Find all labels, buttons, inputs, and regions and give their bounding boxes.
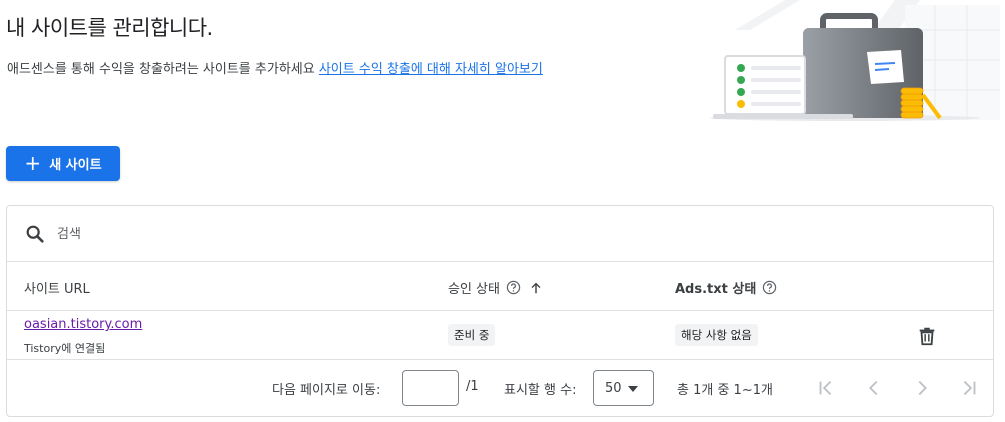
goto-page-input[interactable] bbox=[402, 370, 459, 406]
site-connection-text: Tistory에 연결됨 bbox=[24, 342, 106, 355]
learn-more-link[interactable]: 사이트 수익 창출에 대해 자세히 알아보기 bbox=[319, 62, 543, 77]
search-icon bbox=[26, 225, 44, 243]
last-page-icon[interactable] bbox=[958, 377, 980, 399]
new-site-button[interactable]: + 새 사이트 bbox=[6, 146, 120, 181]
search-input[interactable] bbox=[55, 222, 455, 246]
first-page-icon[interactable] bbox=[815, 377, 837, 399]
rows-per-page-value: 50 bbox=[605, 380, 622, 396]
table-header: 사이트 URL 승인 상태 Ads.txt 상태 bbox=[7, 263, 993, 311]
plus-icon: + bbox=[24, 150, 42, 175]
rows-per-page-select[interactable]: 50 bbox=[593, 370, 654, 406]
chevron-right-icon[interactable] bbox=[911, 377, 933, 399]
column-site-url[interactable]: 사이트 URL bbox=[24, 278, 90, 297]
pagination-bar: 다음 페이지로 이동: /1 표시할 행 수: 50 총 1개 중 1~1개 bbox=[7, 361, 993, 417]
table-row: oasian.tistory.com Tistory에 연결됨 준비 중 해당 … bbox=[7, 312, 993, 360]
column-ads-txt-status[interactable]: Ads.txt 상태 bbox=[675, 278, 777, 297]
goto-page-label: 다음 페이지로 이동: bbox=[272, 383, 381, 398]
page-subtitle: 애드센스를 통해 수익을 창출하려는 사이트를 추가하세요 사이트 수익 창출에… bbox=[7, 58, 543, 77]
column-ads-txt-status-label: Ads.txt 상태 bbox=[675, 282, 757, 297]
total-pages-text: /1 bbox=[466, 379, 479, 394]
column-approval-status[interactable]: 승인 상태 bbox=[448, 278, 543, 297]
column-site-url-label: 사이트 URL bbox=[24, 282, 90, 297]
sites-table-card: 사이트 URL 승인 상태 Ads.txt 상태 oasian.tistor bbox=[6, 205, 994, 417]
new-site-label: 새 사이트 bbox=[49, 158, 102, 173]
search-row bbox=[7, 206, 993, 262]
subtitle-text: 애드센스를 통해 수익을 창출하려는 사이트를 추가하세요 bbox=[7, 62, 315, 77]
page-title: 내 사이트를 관리합니다. bbox=[6, 16, 213, 40]
trash-icon[interactable] bbox=[916, 325, 938, 347]
chevron-left-icon[interactable] bbox=[863, 377, 885, 399]
range-text: 총 1개 중 1~1개 bbox=[677, 383, 773, 398]
arrow-up-icon[interactable] bbox=[529, 281, 543, 295]
rows-per-page-label: 표시할 행 수: bbox=[504, 383, 577, 398]
column-approval-status-label: 승인 상태 bbox=[448, 282, 500, 297]
briefcase-illustration bbox=[710, 0, 1000, 121]
approval-status-badge: 준비 중 bbox=[448, 324, 496, 346]
site-url-link[interactable]: oasian.tistory.com bbox=[24, 317, 142, 332]
help-circle-icon[interactable] bbox=[762, 280, 777, 295]
help-circle-icon[interactable] bbox=[506, 280, 521, 295]
ads-txt-status-badge: 해당 사항 없음 bbox=[675, 324, 758, 346]
caret-down-icon bbox=[628, 386, 638, 392]
